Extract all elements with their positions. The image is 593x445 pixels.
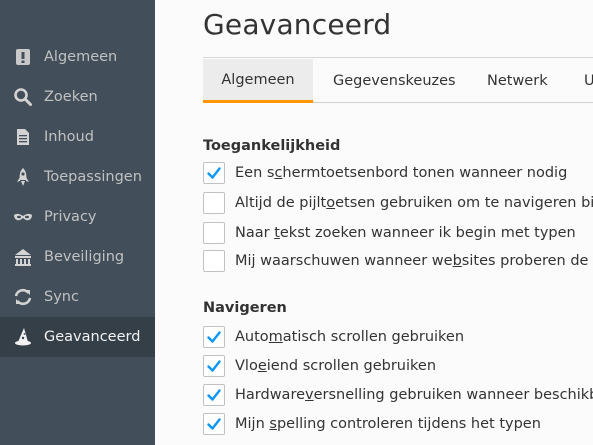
checkbox[interactable] [203,250,225,272]
sidebar: Algemeen Zoeken Inhoud Toepassingen Priv… [0,0,155,445]
checkbox[interactable] [203,162,225,184]
checkmark-icon [207,418,221,430]
sidebar-item-geavanceerd[interactable]: Geavanceerd [0,317,155,357]
sidebar-item-label: Privacy [44,209,97,225]
tab-bar: Algemeen Gegevenskeuzes Netwerk U [203,59,593,103]
tab-algemeen[interactable]: Algemeen [203,59,313,103]
sidebar-item-label: Inhoud [44,129,94,145]
option-warn-redirect[interactable]: Mij waarschuwen wanneer websites probere… [203,249,593,273]
search-icon [13,87,33,107]
checkbox[interactable] [203,192,225,214]
checkmark-icon [207,360,221,372]
option-label: Mijn spelling controleren tijdens het ty… [235,416,541,432]
document-icon [13,127,33,147]
tab-netwerk[interactable]: Netwerk [487,59,548,103]
sidebar-item-label: Zoeken [44,89,98,105]
option-label: Een schermtoetsenbord tonen wanneer nodi… [235,165,568,181]
option-hardware-acceleration[interactable]: Hardwareversnelling gebruiken wanneer be… [203,383,593,407]
checkbox[interactable] [203,355,225,377]
option-smooth-scroll[interactable]: Vloeiend scrollen gebruiken [203,354,436,378]
option-autoscroll[interactable]: Automatisch scrollen gebruiken [203,325,464,349]
option-label: Naar tekst zoeken wanneer ik begin met t… [235,225,576,241]
option-label: Vloeiend scrollen gebruiken [235,358,437,374]
sidebar-item-toepassingen[interactable]: Toepassingen [0,157,155,197]
sidebar-item-label: Toepassingen [44,169,142,185]
option-caret-browsing[interactable]: Altijd de pijltoetsen gebruiken om te na… [203,191,593,215]
sidebar-item-label: Geavanceerd [44,329,141,345]
section-title-accessibility: Toegankelijkheid [203,138,341,154]
tab-label: Algemeen [221,71,295,88]
tab-overflow[interactable]: U [584,59,593,103]
option-spellcheck[interactable]: Mijn spelling controleren tijdens het ty… [203,412,541,436]
general-icon [13,47,33,67]
checkbox[interactable] [203,222,225,244]
option-search-when-typing[interactable]: Naar tekst zoeken wanneer ik begin met t… [203,221,576,245]
checkmark-icon [207,389,221,401]
sidebar-item-privacy[interactable]: Privacy [0,197,155,237]
checkbox[interactable] [203,326,225,348]
sidebar-item-beveiliging[interactable]: Beveiliging [0,237,155,277]
rocket-icon [13,167,33,187]
checkbox[interactable] [203,413,225,435]
main-content: Geavanceerd Algemeen Gegevenskeuzes Netw… [155,0,593,445]
title-divider [203,57,593,58]
page-title: Geavanceerd [203,8,392,41]
sidebar-item-label: Algemeen [44,49,118,65]
sidebar-item-zoeken[interactable]: Zoeken [0,77,155,117]
sidebar-item-algemeen[interactable]: Algemeen [0,37,155,77]
sidebar-item-sync[interactable]: Sync [0,277,155,317]
tab-label: U [584,73,593,89]
checkbox[interactable] [203,384,225,406]
sidebar-item-label: Sync [44,289,79,305]
option-onscreen-keyboard[interactable]: Een schermtoetsenbord tonen wanneer nodi… [203,161,567,185]
checkmark-icon [207,331,221,343]
sync-icon [13,287,33,307]
sidebar-item-label: Beveiliging [44,249,125,265]
wizard-hat-icon [13,327,33,347]
tab-gegevenskeuzes[interactable]: Gegevenskeuzes [333,59,456,103]
checkmark-icon [207,167,221,179]
tab-label: Netwerk [487,73,548,89]
sidebar-item-inhoud[interactable]: Inhoud [0,117,155,157]
option-label: Automatisch scrollen gebruiken [235,329,465,345]
castle-icon [13,247,33,267]
tab-label: Gegevenskeuzes [333,73,456,89]
section-title-browsing: Navigeren [203,300,287,316]
option-label: Mij waarschuwen wanneer websites probere… [235,253,593,269]
mask-icon [13,207,33,227]
option-label: Hardwareversnelling gebruiken wanneer be… [235,387,593,403]
option-label: Altijd de pijltoetsen gebruiken om te na… [235,195,593,211]
